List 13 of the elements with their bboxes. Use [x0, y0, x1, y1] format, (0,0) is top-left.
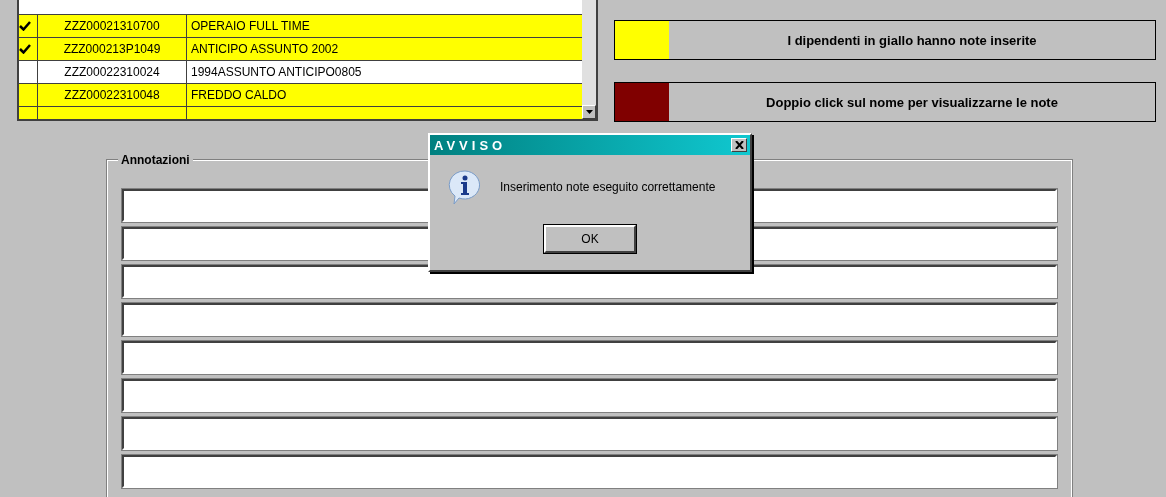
table-cell: ZZZ00021310700 [38, 15, 187, 37]
dialog-message: Inserimento note eseguito correttamente [500, 180, 716, 194]
table-cell-text: ANTICIPO ASSUNTO 2002 [190, 41, 340, 58]
dialog-title: AVVISO [434, 137, 507, 153]
legend-label: I dipendenti in giallo hanno note inserite [786, 31, 1038, 50]
table-cell: ZZZ00022310048 [38, 84, 187, 106]
table-cell: ZZZ00022310024 [38, 61, 187, 83]
table-cell-text: FREDDO CALDO [190, 87, 288, 104]
table-cell-text: OPERAIO FULL TIME [190, 18, 311, 35]
legend-label: Doppio click sul nome per visualizzarne le note [765, 93, 1059, 112]
group-title: Annotazioni [118, 153, 193, 167]
table-cell-text: 1994ASSUNTO ANTICIPO0805 [190, 64, 363, 81]
table-cell: ZZZ000213P1049 [38, 38, 187, 60]
